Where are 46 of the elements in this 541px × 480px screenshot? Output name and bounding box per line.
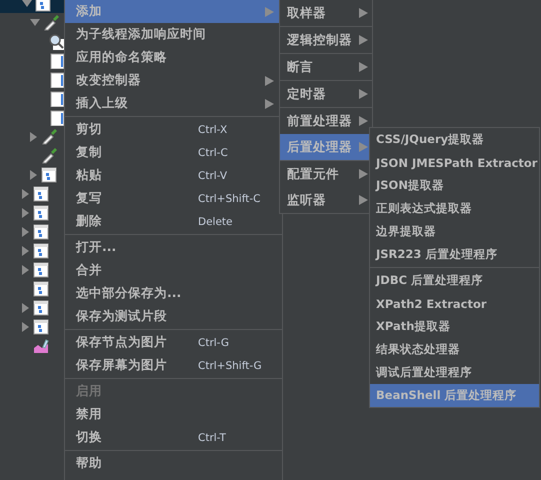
menu-item[interactable]: 帮助 (65, 452, 282, 475)
menu-item[interactable]: 合并 (65, 259, 282, 282)
menu-item[interactable]: 选中部分保存为... (65, 282, 282, 305)
document-icon (49, 110, 65, 126)
menu-item[interactable]: 结果状态处理器 (370, 338, 539, 361)
doc-icon (33, 280, 49, 296)
menu-item[interactable]: 应用的命名策略 (65, 46, 282, 69)
document-icon (49, 52, 65, 68)
menu-item[interactable]: 打开... (65, 236, 282, 259)
menu-item[interactable]: XPath提取器 (370, 315, 539, 338)
menu-item[interactable]: 切换 Ctrl-T (65, 426, 282, 449)
document-icon (49, 72, 65, 88)
menu-item[interactable]: JDBC 后置处理程序 (370, 269, 539, 292)
chart-icon (33, 338, 49, 354)
menu-item[interactable]: CSS/JQuery提取器 (370, 128, 539, 151)
doc-icon (35, 0, 51, 12)
doc-icon (33, 300, 49, 316)
menu-item[interactable]: JSR223 后置处理程序 (370, 243, 539, 266)
menu-item[interactable]: JSON提取器 (370, 174, 539, 197)
menu-item[interactable]: 保存节点为图片 Ctrl-G (65, 331, 282, 354)
doc-icon (33, 186, 49, 202)
menu-item[interactable]: 复制 Ctrl-C (65, 141, 282, 164)
dropper-icon (41, 148, 57, 164)
doc-icon (33, 262, 49, 278)
menu-item[interactable]: 边界提取器 (370, 220, 539, 243)
menu-item[interactable]: 保存为测试片段 (65, 305, 282, 328)
dropper-icon (41, 128, 57, 144)
menu-item[interactable]: 调试后置处理程序 (370, 361, 539, 384)
menu-item[interactable]: 为子线程添加响应时间 (65, 23, 282, 46)
menu-item[interactable]: JSON JMESPath Extractor (370, 151, 539, 174)
doc-icon (41, 166, 57, 182)
menu-item[interactable]: 粘贴 Ctrl-V (65, 164, 282, 187)
collapsed-arrow-icon[interactable] (30, 132, 37, 142)
doc-icon (33, 318, 49, 334)
menu-item[interactable]: 正则表达式提取器 (370, 197, 539, 220)
menu-item[interactable]: 复写 Ctrl+Shift-C (65, 187, 282, 210)
menu-item[interactable]: XPath2 Extractor (370, 292, 539, 315)
menu-item[interactable]: 保存屏幕为图片 Ctrl+Shift-G (65, 354, 282, 377)
menu-item[interactable]: 剪切 Ctrl-X (65, 118, 282, 141)
doc-icon (33, 224, 49, 240)
doc-icon (33, 204, 49, 220)
doc-icon (33, 242, 49, 258)
document-icon (49, 90, 65, 106)
menu-item[interactable]: 删除 Delete (65, 210, 282, 233)
menu-item[interactable]: 禁用 (65, 403, 282, 426)
dropper-icon (43, 14, 59, 30)
